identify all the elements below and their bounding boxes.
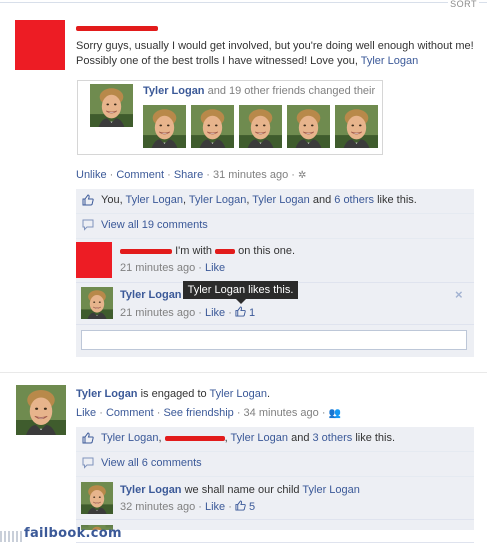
profile-photo-thumb[interactable] bbox=[239, 105, 282, 148]
profile-photo-thumb[interactable] bbox=[335, 105, 378, 148]
author-name-redacted[interactable] bbox=[76, 22, 158, 34]
others-link[interactable]: 6 others bbox=[334, 194, 374, 206]
post-timestamp: 34 minutes ago bbox=[243, 407, 319, 419]
close-icon[interactable]: × bbox=[455, 287, 463, 302]
shared-story-box: Tyler Logan and 19 other friends changed… bbox=[77, 80, 383, 155]
thumbs-up-icon bbox=[235, 500, 246, 511]
gear-icon[interactable]: ✲ bbox=[298, 170, 306, 181]
story-divider bbox=[0, 372, 487, 373]
failbook-watermark: failbook.com bbox=[24, 526, 122, 541]
like-link[interactable]: Like bbox=[76, 407, 96, 419]
profile-photo-thumb[interactable] bbox=[143, 105, 186, 148]
view-all-comments-row[interactable]: View all 19 comments bbox=[76, 214, 474, 239]
commenter-name-redacted[interactable] bbox=[120, 248, 172, 254]
author-avatar[interactable] bbox=[15, 20, 65, 70]
comment-item: Tyler Logan we shall name our child Tyle… bbox=[76, 477, 474, 520]
post-text: Sorry guys, usually I would get involved… bbox=[76, 40, 474, 67]
commenter-avatar[interactable] bbox=[81, 287, 113, 319]
redacted-name bbox=[215, 248, 236, 254]
liker-link[interactable]: Tyler Logan bbox=[101, 432, 158, 444]
like-tooltip: Tyler Logan likes this. bbox=[183, 281, 298, 304]
shared-story-author[interactable]: Tyler Logan bbox=[143, 85, 205, 97]
comment-mention-link[interactable]: Tyler Logan bbox=[302, 484, 359, 496]
comment-timestamp: 21 minutes ago bbox=[120, 307, 196, 319]
top-divider: SORT bbox=[0, 0, 487, 9]
comment-bubble-icon bbox=[82, 219, 94, 231]
comment-text: we shall name our child bbox=[184, 484, 300, 496]
liker-link[interactable]: Tyler Logan bbox=[189, 194, 246, 206]
share-link[interactable]: Share bbox=[174, 169, 203, 181]
comment-like-link[interactable]: Like bbox=[205, 307, 225, 319]
comment-item: I'm with on this one. 21 minutes ago · L… bbox=[76, 239, 474, 283]
sort-link[interactable]: SORT bbox=[448, 0, 479, 9]
others-link[interactable]: 3 others bbox=[313, 432, 353, 444]
post-text-link[interactable]: Tyler Logan bbox=[361, 55, 418, 67]
thumbs-up-icon bbox=[235, 306, 246, 317]
comment-like-count[interactable]: 1 bbox=[235, 306, 255, 319]
likes-row: You, Tyler Logan, Tyler Logan, Tyler Log… bbox=[76, 189, 474, 214]
story-headline: Tyler Logan is engaged to Tyler Logan. bbox=[76, 388, 271, 400]
post-timestamp: 31 minutes ago bbox=[212, 169, 289, 181]
comment-link[interactable]: Comment bbox=[116, 169, 164, 181]
comment-timestamp: 21 minutes ago bbox=[120, 262, 196, 274]
redacted-liker[interactable] bbox=[164, 435, 225, 441]
watermark-dots bbox=[0, 531, 22, 542]
profile-photo-thumb[interactable] bbox=[191, 105, 234, 148]
comment-bubble-icon bbox=[82, 457, 94, 469]
comment-link[interactable]: Comment bbox=[106, 407, 154, 419]
thumbs-up-icon bbox=[82, 194, 94, 206]
profile-photo-thumb[interactable] bbox=[287, 105, 330, 148]
post-actions: Unlike · Comment · Share · 31 minutes ag… bbox=[76, 169, 307, 181]
comment-like-count[interactable]: 5 bbox=[235, 500, 255, 513]
profile-photo[interactable] bbox=[90, 84, 133, 127]
post-actions: Like · Comment · See friendship · 34 min… bbox=[76, 407, 341, 419]
comment-like-link[interactable]: Like bbox=[205, 262, 225, 274]
commenter-avatar[interactable] bbox=[81, 482, 113, 514]
view-all-comments-row[interactable]: View all 6 comments bbox=[76, 452, 474, 477]
commenter-name[interactable]: Tyler Logan bbox=[120, 484, 182, 496]
liker-link[interactable]: Tyler Logan bbox=[231, 432, 288, 444]
view-all-comments-link[interactable]: View all 6 comments bbox=[101, 457, 202, 469]
liker-link[interactable]: Tyler Logan bbox=[125, 194, 182, 206]
thumbs-up-icon bbox=[82, 432, 94, 444]
story-author[interactable]: Tyler Logan bbox=[76, 388, 138, 400]
commenter-avatar[interactable] bbox=[76, 242, 112, 278]
author-avatar[interactable] bbox=[16, 385, 66, 435]
view-all-comments-link[interactable]: View all 19 comments bbox=[101, 219, 208, 231]
comment-text: I'm with bbox=[175, 245, 212, 257]
see-friendship-link[interactable]: See friendship bbox=[163, 407, 233, 419]
shared-story-title: Tyler Logan and 19 other friends changed… bbox=[143, 85, 375, 97]
story-target-link[interactable]: Tyler Logan bbox=[210, 388, 267, 400]
comment-timestamp: 32 minutes ago bbox=[120, 501, 196, 513]
friends-icon[interactable]: 👥 bbox=[329, 408, 341, 419]
unlike-link[interactable]: Unlike bbox=[76, 169, 107, 181]
commenter-name[interactable]: Tyler Logan bbox=[120, 289, 182, 301]
comment-like-link[interactable]: Like bbox=[205, 501, 225, 513]
liker-link[interactable]: Tyler Logan bbox=[252, 194, 309, 206]
likes-row: Tyler Logan, , Tyler Logan and 3 others … bbox=[76, 427, 474, 452]
comment-input[interactable] bbox=[81, 330, 467, 350]
comment-box bbox=[76, 325, 474, 357]
